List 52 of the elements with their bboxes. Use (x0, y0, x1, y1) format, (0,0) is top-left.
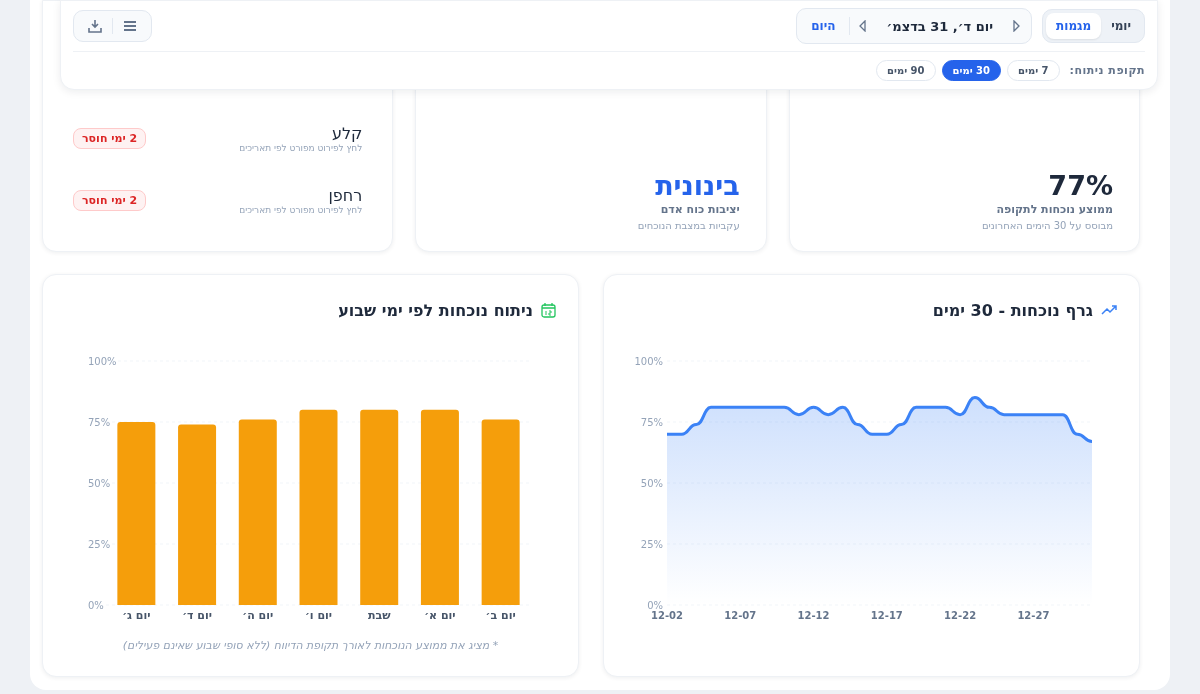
x-tick-label: 12-17 (870, 610, 903, 621)
menu-icon (123, 20, 137, 32)
stat-title: ממוצע נוכחות לתקופה (995, 203, 1113, 216)
y-tick-label: 25% (640, 539, 663, 550)
today-button[interactable]: היום (807, 17, 851, 35)
x-tick-label: 12-27 (1017, 610, 1050, 621)
role-name[interactable]: רחפן (239, 185, 363, 205)
calendar-icon (541, 302, 556, 318)
stat-subtitle: עקביות במצבת הנוכחים (636, 220, 740, 231)
x-tick-label: יום ד׳ (182, 609, 212, 622)
x-tick-label: 12-02 (651, 610, 683, 621)
chart-title: גרף נוכחות - 30 ימים (932, 300, 1093, 320)
shortage-badge: 2 ימי חוסר (73, 127, 147, 149)
x-tick-label: יום ה׳ (242, 609, 274, 622)
y-tick-label: 75% (88, 417, 111, 428)
x-tick-label: 12-07 (724, 610, 757, 621)
view-tab[interactable]: יומי (1101, 13, 1141, 39)
period-chip[interactable]: 7 ימים (1007, 59, 1060, 81)
y-tick-label: 0% (647, 600, 663, 611)
stat-value: בינונית (654, 171, 740, 201)
x-tick-label: שבת (367, 609, 391, 622)
x-tick-label: יום ג׳ (122, 609, 151, 622)
y-tick-label: 0% (88, 600, 104, 611)
view-tab[interactable]: מגמות (1046, 13, 1102, 39)
role-hint: לחץ לפירוט מפורט לפי תאריכים (239, 142, 363, 153)
y-tick-label: 25% (88, 539, 111, 550)
y-tick-label: 100% (88, 356, 117, 367)
x-tick-label: יום ו׳ (304, 609, 333, 622)
period-chip[interactable]: 30 ימים (941, 59, 1001, 81)
y-tick-label: 50% (640, 478, 663, 489)
trend-up-icon (1101, 304, 1117, 316)
stat-value: 77% (1047, 171, 1113, 201)
next-arrow-icon[interactable] (1011, 20, 1022, 32)
download-icon (88, 19, 102, 33)
chart-title: ניתוח נוכחות לפי ימי שבוע (338, 300, 533, 320)
x-tick-label: 12-12 (797, 610, 830, 621)
period-label: תקופת ניתוח: (1069, 63, 1145, 77)
stat-subtitle: מבוסס על 30 הימים האחרונים (980, 220, 1113, 231)
y-tick-label: 100% (634, 356, 663, 367)
prev-arrow-icon[interactable] (858, 20, 869, 32)
chart-footnote: * מציג את ממוצע הנוכחות לאורך תקופת הדיווח (ללא סופי שבוע שאינם פעילים) (121, 639, 500, 652)
current-date: יום ד׳, 31 בדצמ׳ (885, 18, 995, 34)
role-hint: לחץ לפירוט מפורט לפי תאריכים (239, 204, 363, 215)
x-tick-label: יום א׳ (424, 609, 456, 622)
shortage-badge: 2 ימי חוסר (73, 189, 147, 211)
y-tick-label: 50% (88, 478, 111, 489)
y-tick-label: 75% (640, 417, 663, 428)
role-name[interactable]: קלע (239, 123, 363, 143)
stat-title: יציבות כוח אדם (659, 203, 740, 216)
period-chip[interactable]: 90 ימים (876, 59, 936, 81)
x-tick-label: יום ב׳ (485, 609, 516, 622)
x-tick-label: 12-22 (944, 610, 977, 621)
